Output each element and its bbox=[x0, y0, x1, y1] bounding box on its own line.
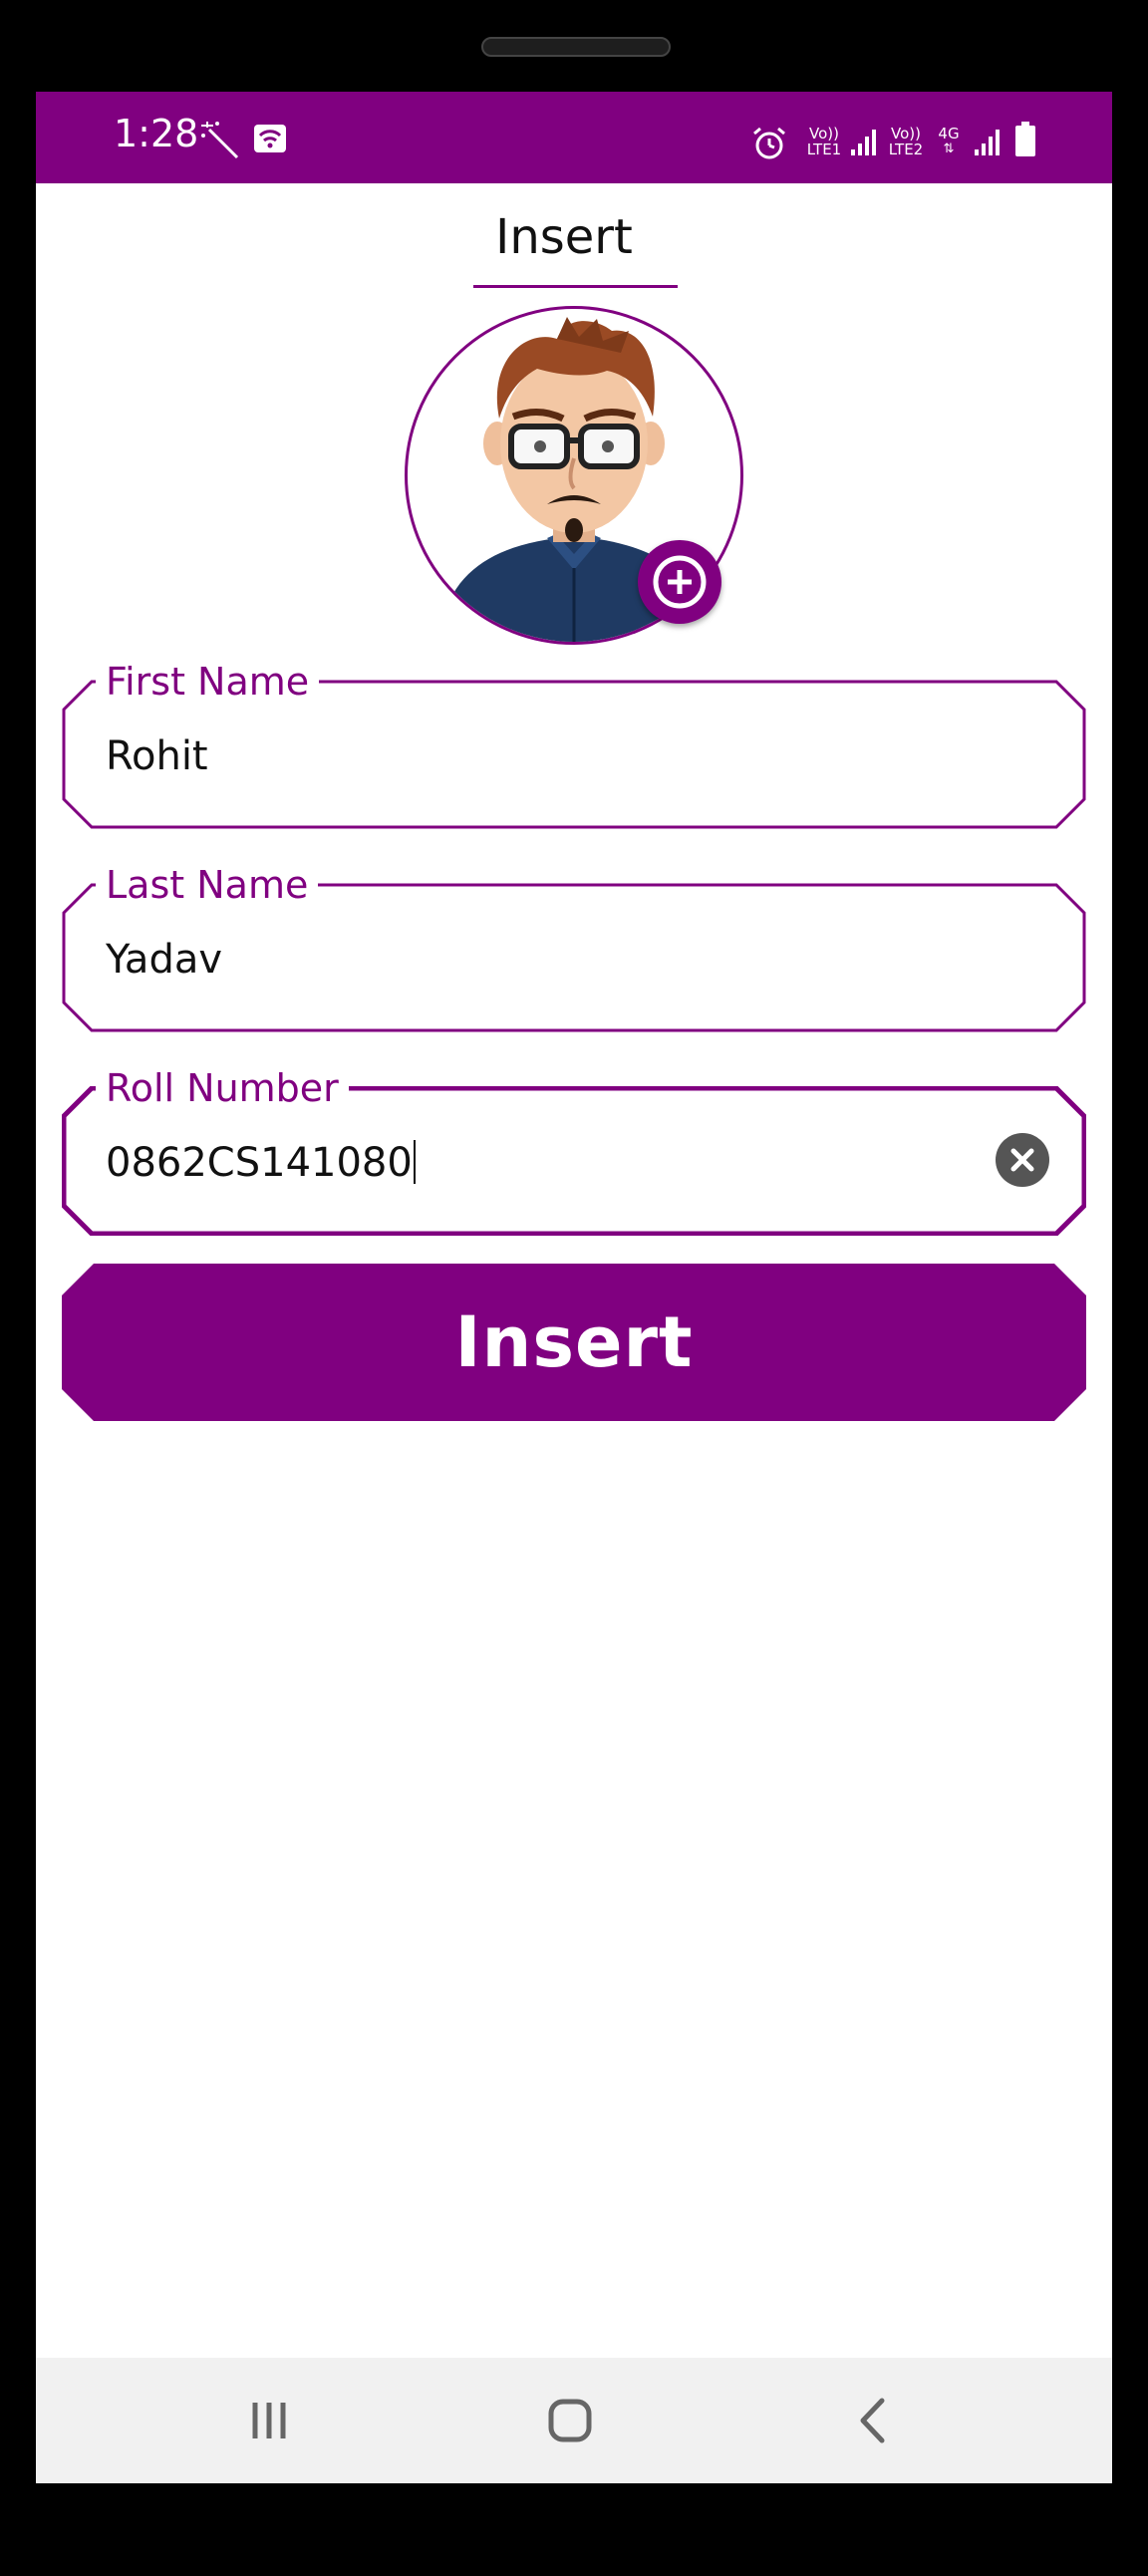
data-arrows-icon: ⇅ bbox=[943, 142, 955, 156]
last-name-input[interactable]: Yadav bbox=[106, 937, 222, 983]
recent-apps-icon bbox=[252, 2403, 286, 2438]
status-bar: 1:28 Vo)) LTE1 Vo)) LTE2 4G ⇅ bbox=[36, 92, 1112, 183]
roll-number-label: Roll Number bbox=[96, 1066, 349, 1110]
page-title: Insert bbox=[495, 209, 633, 265]
sim1-lte-label: LTE1 bbox=[806, 141, 842, 158]
last-name-field[interactable]: Last Name Yadav bbox=[62, 863, 1086, 1032]
roll-number-input[interactable]: 0862CS141080 bbox=[106, 1140, 416, 1186]
clear-text-button[interactable] bbox=[996, 1133, 1049, 1187]
profile-photo[interactable] bbox=[405, 306, 743, 645]
sim2-lte-label: LTE2 bbox=[888, 141, 924, 158]
text-cursor bbox=[413, 1140, 416, 1184]
network-type-label: 4G bbox=[938, 125, 960, 143]
clear-icon bbox=[1010, 1148, 1034, 1172]
title-underline bbox=[473, 285, 678, 288]
signal-icon bbox=[973, 128, 1003, 161]
last-name-label: Last Name bbox=[96, 863, 319, 907]
add-photo-button[interactable] bbox=[638, 540, 721, 624]
first-name-field[interactable]: First Name Rohit bbox=[62, 660, 1086, 829]
cast-icon bbox=[253, 124, 287, 157]
recent-apps-button[interactable] bbox=[224, 2391, 314, 2450]
back-button[interactable] bbox=[826, 2391, 916, 2450]
magic-wand-icon bbox=[201, 120, 241, 163]
home-button[interactable] bbox=[525, 2391, 615, 2450]
home-icon bbox=[548, 2399, 592, 2442]
back-icon bbox=[860, 2398, 885, 2443]
plus-circle-icon bbox=[653, 555, 707, 609]
roll-number-value: 0862CS141080 bbox=[106, 1140, 413, 1186]
sim1-volte-label: Vo)) bbox=[809, 125, 839, 143]
status-time: 1:28 bbox=[114, 112, 199, 155]
signal-icon bbox=[849, 128, 879, 161]
phone-frame: 1:28 Vo)) LTE1 Vo)) LTE2 4G ⇅ Insert Fir… bbox=[0, 0, 1148, 2576]
first-name-label: First Name bbox=[96, 660, 320, 704]
insert-button[interactable]: Insert bbox=[62, 1264, 1086, 1421]
system-nav-bar bbox=[36, 2358, 1112, 2483]
alarm-icon bbox=[751, 126, 787, 165]
battery-icon bbox=[1014, 122, 1036, 161]
insert-button-label: Insert bbox=[454, 1301, 694, 1383]
earpiece-speaker bbox=[481, 37, 671, 57]
roll-number-field[interactable]: Roll Number 0862CS141080 bbox=[62, 1066, 1086, 1236]
first-name-input[interactable]: Rohit bbox=[106, 733, 208, 779]
app-screen: 1:28 Vo)) LTE1 Vo)) LTE2 4G ⇅ Insert Fir… bbox=[36, 92, 1112, 2483]
sim2-volte-label: Vo)) bbox=[891, 125, 921, 143]
